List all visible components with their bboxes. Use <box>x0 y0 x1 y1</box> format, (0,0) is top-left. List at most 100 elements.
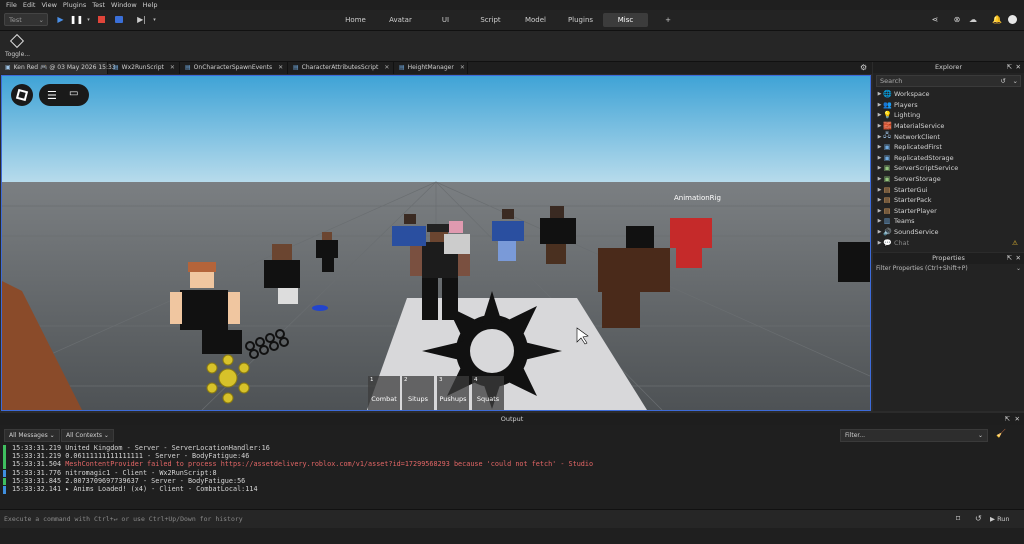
chevron-right-icon[interactable]: ▶ <box>876 134 883 140</box>
tab-characterattributesscript[interactable]: ▤ CharacterAttributesScript ✕ <box>288 62 394 74</box>
log-line[interactable]: 15:33:31.219 0.06111111111111111 - Serve… <box>12 452 249 460</box>
toggle-tool-button[interactable]: Toggle... <box>5 33 30 58</box>
explorer-item[interactable]: ▶ ▣ ServerScriptService <box>873 163 1024 174</box>
menu-test[interactable]: Test <box>92 1 105 9</box>
explorer-search-input[interactable]: Search ↺ ⌄ <box>876 75 1021 87</box>
play-icon[interactable]: ▶ <box>55 14 66 25</box>
properties-filter-input[interactable]: Filter Properties (Ctrl+Shift+P) ⌄ <box>873 264 1024 274</box>
close-icon[interactable]: ✕ <box>278 62 283 74</box>
game-viewport[interactable]: ☰ ▭ AnimationRig 1 Combat 2 Situps 3 Pushup… <box>1 75 871 411</box>
avatar[interactable] <box>1008 15 1018 25</box>
explorer-item[interactable]: ▶ ▤ StarterGui <box>873 184 1024 195</box>
close-icon[interactable]: ✕ <box>1016 253 1021 264</box>
close-icon[interactable]: ✕ <box>1015 413 1020 425</box>
hotbar-slot-squats[interactable]: 4 Squats <box>472 376 504 410</box>
explorer-item[interactable]: ▶ ▣ ReplicatedStorage <box>873 153 1024 164</box>
chevron-right-icon[interactable]: ▶ <box>876 229 883 235</box>
history-icon[interactable]: ↺ <box>975 514 982 523</box>
share-icon[interactable]: ⋖ <box>930 15 940 25</box>
chevron-down-icon[interactable]: ▾ <box>149 14 160 25</box>
gear-icon[interactable]: ⚙ <box>860 63 867 72</box>
command-input[interactable]: Execute a command with Ctrl+↵ or use Ctr… <box>4 513 949 525</box>
chevron-right-icon[interactable]: ▶ <box>876 208 883 214</box>
step-icon[interactable]: ▶| <box>136 14 147 25</box>
close-icon[interactable]: ✕ <box>460 62 465 74</box>
hotbar-slot-combat[interactable]: 1 Combat <box>368 376 400 410</box>
chevron-right-icon[interactable]: ▶ <box>876 187 883 193</box>
chevron-right-icon[interactable]: ▶ <box>876 144 883 150</box>
explorer-item[interactable]: ▶ ▥ Teams <box>873 216 1024 227</box>
explorer-item[interactable]: ▶ 💡 Lighting <box>873 110 1024 121</box>
undock-icon[interactable]: ⇱ <box>1005 413 1010 425</box>
tab-heightmanager[interactable]: ▤ HeightManager ✕ <box>394 62 468 74</box>
stop-icon[interactable] <box>96 14 107 25</box>
chevron-right-icon[interactable]: ▶ <box>876 218 883 224</box>
history-icon[interactable]: ↺ <box>1001 76 1006 86</box>
menu-file[interactable]: File <box>6 1 17 9</box>
contexts-filter-dropdown[interactable]: All Contexts ⌄ <box>61 429 114 442</box>
tab-ui[interactable]: UI <box>423 13 468 27</box>
close-icon[interactable]: ✕ <box>1016 62 1021 73</box>
notification-bell-icon[interactable]: 🔔 <box>992 15 1002 25</box>
chevron-right-icon[interactable]: ▶ <box>876 102 883 108</box>
close-icon[interactable]: ✕ <box>170 62 175 74</box>
menu-window[interactable]: Window <box>111 1 137 9</box>
chevron-right-icon[interactable]: ▶ <box>876 123 883 129</box>
menu-view[interactable]: View <box>41 1 56 9</box>
chevron-down-icon[interactable]: ⌄ <box>1016 264 1021 274</box>
bookmark-icon[interactable]: ⌑ <box>956 514 960 523</box>
hotbar-slot-pushups[interactable]: 3 Pushups <box>437 376 469 410</box>
tab-avatar[interactable]: Avatar <box>378 13 423 27</box>
chat-icon[interactable]: ▭ <box>69 88 78 99</box>
tab-home[interactable]: Home <box>333 13 378 27</box>
log-line[interactable]: 15:33:31.776 nitromagic1 - Client - Wx2R… <box>12 469 217 477</box>
tab-oncharacterspawnevents[interactable]: ▤ OnCharacterSpawnEvents ✕ <box>180 62 288 74</box>
chevron-right-icon[interactable]: ▶ <box>876 165 883 171</box>
chevron-right-icon[interactable]: ▶ <box>876 155 883 161</box>
menu-plugins[interactable]: Plugins <box>63 1 86 9</box>
roblox-menu-button[interactable] <box>11 84 33 106</box>
messages-filter-dropdown[interactable]: All Messages ⌄ <box>4 429 60 442</box>
pause-icon[interactable]: ❚❚ <box>70 14 83 25</box>
explorer-item[interactable]: ▶ ▤ StarterPlayer <box>873 206 1024 217</box>
mode-select[interactable]: Test ⌄ <box>4 13 48 26</box>
tab-model[interactable]: Model <box>513 13 558 27</box>
log-line[interactable]: 15:33:31.845 2.0073709697739637 - Server… <box>12 477 245 485</box>
tab-wx2runscript[interactable]: ▤ Wx2RunScript ✕ <box>108 62 180 74</box>
log-line[interactable]: 15:33:31.504 MeshContentProvider failed … <box>12 460 593 468</box>
tab-script[interactable]: Script <box>468 13 513 27</box>
explorer-item[interactable]: ▶ 🖧 NetworkClient <box>873 131 1024 142</box>
chevron-right-icon[interactable]: ▶ <box>876 176 883 182</box>
tab-plugins[interactable]: Plugins <box>558 13 603 27</box>
log-line[interactable]: 15:33:31.219 United Kingdom - Server - S… <box>12 444 270 452</box>
run-button[interactable]: ▶ Run <box>990 513 1010 525</box>
chevron-right-icon[interactable]: ▶ <box>876 197 883 203</box>
chevron-right-icon[interactable]: ▶ <box>876 91 883 97</box>
explorer-item[interactable]: ▶ 👥 Players <box>873 100 1024 111</box>
explorer-item[interactable]: ▶ ▣ ReplicatedFirst <box>873 142 1024 153</box>
menu-edit[interactable]: Edit <box>23 1 36 9</box>
explorer-item[interactable]: ▶ ▤ StarterPack <box>873 195 1024 206</box>
tab-misc[interactable]: Misc <box>603 13 648 27</box>
collaborate-icon[interactable]: ⊗ <box>952 15 962 25</box>
undock-icon[interactable]: ⇱ <box>1007 62 1012 73</box>
explorer-item[interactable]: ▶ 🧱 MaterialService <box>873 121 1024 132</box>
undock-icon[interactable]: ⇱ <box>1007 253 1012 264</box>
explorer-item[interactable]: ▶ 💬 Chat ⚠ <box>873 237 1024 248</box>
add-tab-button[interactable]: + <box>648 13 688 27</box>
hamburger-icon[interactable]: ☰ <box>47 89 57 102</box>
explorer-item[interactable]: ▶ 🌐 Workspace <box>873 89 1024 100</box>
log-line[interactable]: 15:33:32.141 ▸ Anims Loaded! (x4) - Clie… <box>12 485 258 493</box>
output-filter-input[interactable]: Filter... ⌄ <box>840 429 988 442</box>
chevron-down-icon[interactable]: ▾ <box>83 14 94 25</box>
close-icon[interactable]: ✕ <box>384 62 389 74</box>
clear-output-icon[interactable]: 🧹 <box>996 429 1006 438</box>
chevron-down-icon[interactable]: ⌄ <box>1013 76 1018 86</box>
client-server-icon[interactable] <box>113 14 124 25</box>
cloud-icon[interactable]: ☁ <box>968 15 978 25</box>
chevron-right-icon[interactable]: ▶ <box>876 112 883 118</box>
chevron-right-icon[interactable]: ▶ <box>876 240 883 246</box>
tab-game-view[interactable]: ▣ Ken Red 🎮 @ 03 May 2026 15:33 <box>0 62 116 74</box>
menu-help[interactable]: Help <box>143 1 158 9</box>
hotbar-slot-situps[interactable]: 2 Situps <box>402 376 434 410</box>
